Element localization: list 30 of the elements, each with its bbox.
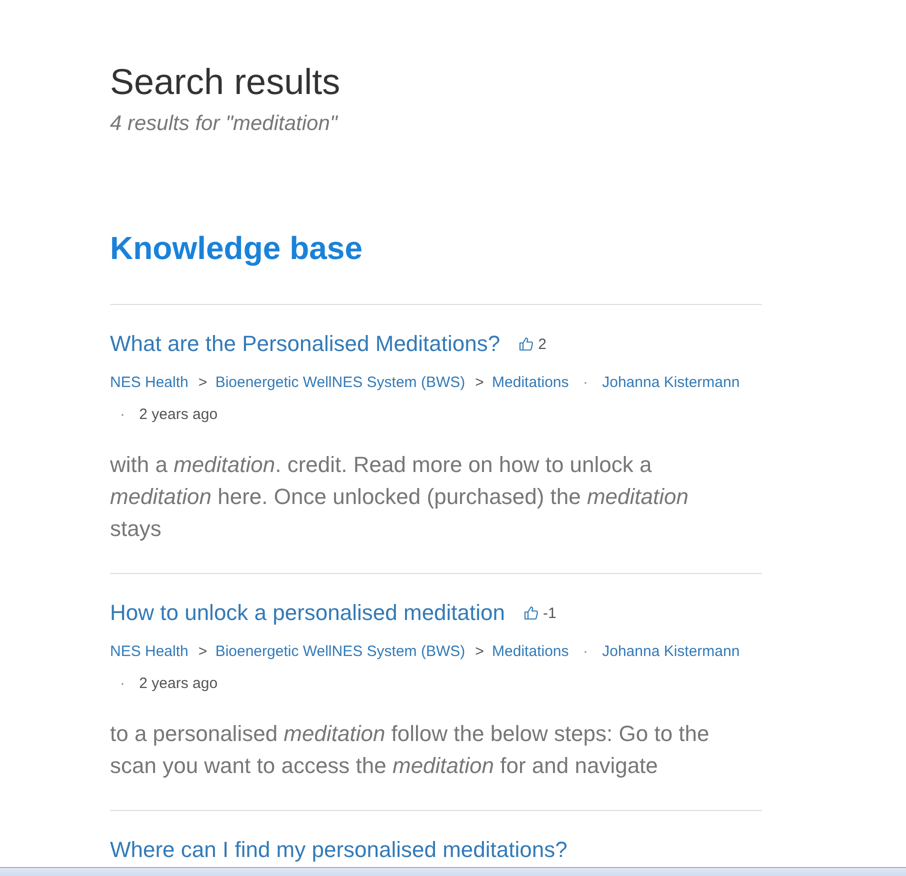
breadcrumb-separator: >: [198, 643, 208, 660]
section-heading: Knowledge base: [110, 229, 364, 268]
author-link[interactable]: Johanna Kistermann: [602, 374, 740, 391]
meta-separator: ·: [582, 643, 588, 660]
breadcrumb-link[interactable]: NES Health: [110, 643, 188, 660]
result-count: 4 results for "meditation": [110, 112, 339, 136]
breadcrumb-separator: >: [475, 643, 484, 660]
meta-separator: ·: [120, 406, 125, 423]
vote-count: 2: [538, 336, 546, 352]
breadcrumb-link[interactable]: Meditations: [492, 374, 569, 391]
breadcrumb-separator: >: [475, 374, 484, 391]
thumbs-up-icon: [518, 336, 534, 352]
result-title-link[interactable]: How to unlock a personalised meditation: [110, 600, 506, 626]
post-age: 2 years ago: [139, 406, 218, 423]
result-title-link[interactable]: Where can I find my personalised meditations?: [110, 837, 568, 863]
meta-separator: ·: [120, 675, 125, 692]
result-snippet: with a meditation. credit. Read more on how to unlock a meditation here. Once unlocked (purchased) the meditation stays: [110, 451, 690, 543]
breadcrumb-link[interactable]: Bioenergetic WellNES System (BWS): [215, 643, 466, 660]
post-age: 2 years ago: [139, 675, 218, 692]
breadcrumb-separator: >: [198, 374, 208, 391]
page-title: Search results: [110, 60, 342, 104]
breadcrumb-link[interactable]: Bioenergetic WellNES System (BWS): [215, 374, 466, 391]
author-link[interactable]: Johanna Kistermann: [602, 643, 740, 660]
vote-count: -1: [543, 604, 556, 622]
meta-separator: ·: [582, 374, 588, 391]
result-snippet: to a personalised meditation follow the below steps: Go to the scan you want to access the meditation for and navigate: [110, 720, 710, 780]
result-title-link[interactable]: What are the Personalised Meditations?: [110, 331, 500, 357]
breadcrumb-link[interactable]: NES Health: [110, 374, 188, 391]
breadcrumb-link[interactable]: Meditations: [492, 643, 569, 660]
thumbs-up-icon: [523, 605, 540, 621]
